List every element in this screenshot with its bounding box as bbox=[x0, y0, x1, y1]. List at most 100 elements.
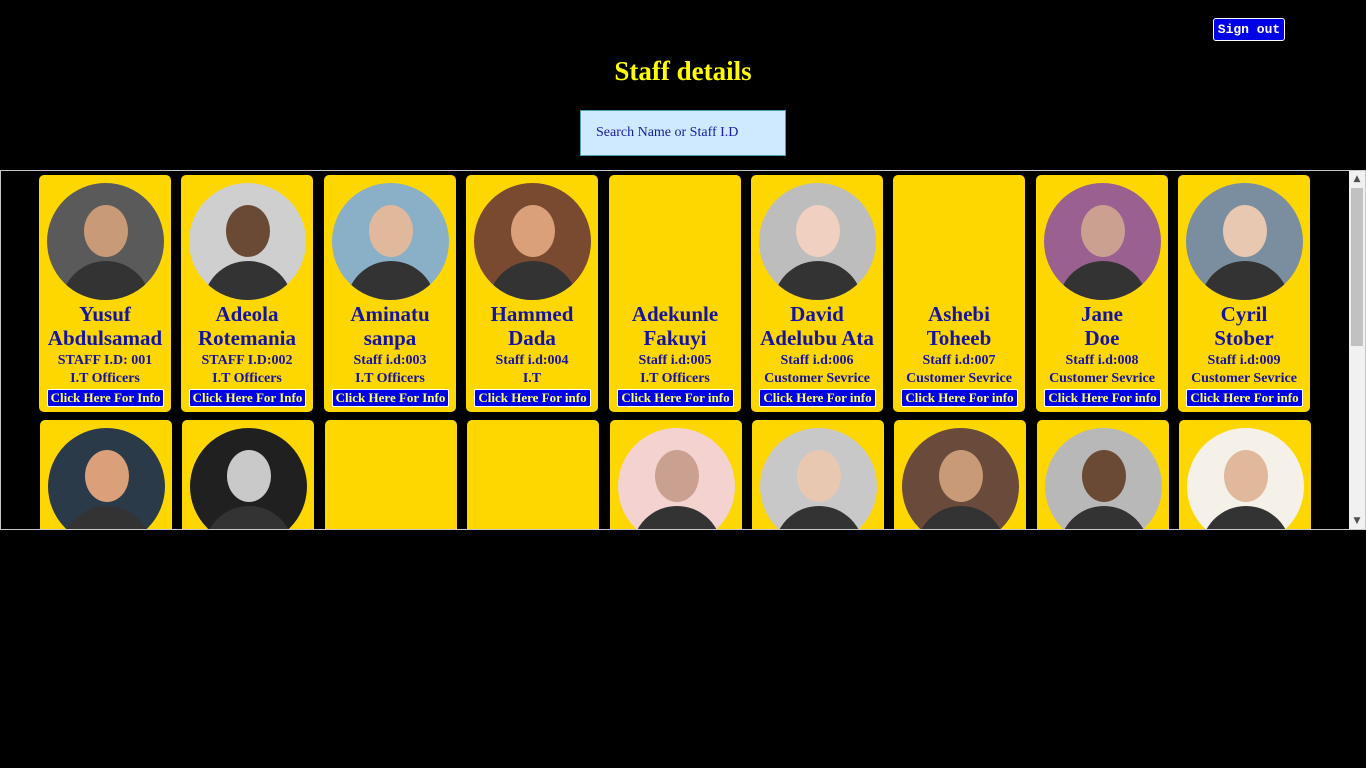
info-button[interactable]: Click Here For info bbox=[901, 389, 1018, 407]
staff-card bbox=[610, 420, 742, 529]
photo-head-shape bbox=[511, 205, 555, 257]
info-button[interactable]: Click Here For info bbox=[474, 389, 591, 407]
photo-head-shape bbox=[655, 450, 699, 502]
info-button[interactable]: Click Here For Info bbox=[189, 389, 306, 407]
staff-name: Adekunle Fakuyi bbox=[609, 302, 741, 350]
sign-out-button[interactable]: Sign out bbox=[1213, 18, 1285, 41]
staff-name-line1: David bbox=[790, 302, 844, 326]
staff-name-line2: Rotemania bbox=[198, 326, 296, 350]
info-button[interactable]: Click Here For Info bbox=[332, 389, 449, 407]
photo-body-shape bbox=[488, 261, 578, 300]
photo-head-shape bbox=[85, 450, 129, 502]
photo-body-shape bbox=[61, 261, 151, 300]
staff-card bbox=[40, 420, 172, 529]
staff-photo bbox=[1187, 428, 1304, 529]
staff-department: I.T Officers bbox=[355, 371, 425, 386]
staff-card: Ashebi Toheeb Staff i.d:007 Customer Sevric… bbox=[893, 175, 1025, 412]
staff-name-line2: Dada bbox=[508, 326, 556, 350]
photo-head-shape bbox=[1082, 450, 1126, 502]
staff-name: Yusuf Abdulsamad bbox=[39, 302, 171, 350]
staff-name: Hammed Dada bbox=[466, 302, 598, 350]
staff-card: Adekunle Fakuyi Staff i.d:005 I.T Officers C… bbox=[609, 175, 741, 412]
staff-card bbox=[182, 420, 314, 529]
staff-id: Staff i.d:009 bbox=[1207, 353, 1281, 368]
staff-photo bbox=[474, 183, 591, 300]
staff-card bbox=[467, 420, 599, 529]
staff-photo bbox=[332, 183, 449, 300]
staff-id: STAFF I.D:002 bbox=[201, 353, 293, 368]
photo-head-shape bbox=[227, 450, 271, 502]
staff-card: David Adelubu Ata Staff i.d:006 Customer Se… bbox=[751, 175, 883, 412]
scroll-down-arrow-icon[interactable]: ▼ bbox=[1349, 513, 1365, 529]
staff-name-line1: Ashebi bbox=[928, 302, 990, 326]
staff-name: Ashebi Toheeb bbox=[893, 302, 1025, 350]
staff-card: Cyril Stober Staff i.d:009 Customer Sevrice… bbox=[1178, 175, 1310, 412]
staff-id: Staff i.d:005 bbox=[638, 353, 712, 368]
staff-department: Customer Sevrice bbox=[906, 371, 1012, 386]
staff-card: Hammed Dada Staff i.d:004 I.T Click Here For… bbox=[466, 175, 598, 412]
staff-id: STAFF I.D: 001 bbox=[57, 353, 153, 368]
photo-body-shape bbox=[346, 261, 436, 300]
staff-list-panel[interactable]: Yusuf Abdulsamad STAFF I.D: 001 I.T Officer… bbox=[0, 170, 1366, 530]
staff-photo bbox=[1186, 183, 1303, 300]
photo-head-shape bbox=[84, 205, 128, 257]
staff-photo bbox=[759, 183, 876, 300]
staff-card: Yusuf Abdulsamad STAFF I.D: 001 I.T Officer… bbox=[39, 175, 171, 412]
staff-department: I.T Officers bbox=[212, 371, 282, 386]
staff-card bbox=[1037, 420, 1169, 529]
staff-photo bbox=[902, 428, 1019, 529]
staff-id: Staff i.d:004 bbox=[495, 353, 569, 368]
info-button[interactable]: Click Here For Info bbox=[47, 389, 164, 407]
photo-head-shape bbox=[796, 205, 840, 257]
staff-card bbox=[894, 420, 1026, 529]
staff-id: Staff i.d:006 bbox=[780, 353, 854, 368]
staff-photo bbox=[1045, 428, 1162, 529]
staff-id: Staff i.d:007 bbox=[922, 353, 996, 368]
staff-name-line2: Toheeb bbox=[926, 326, 992, 350]
staff-name: David Adelubu Ata bbox=[751, 302, 883, 350]
staff-name-line2: Adelubu Ata bbox=[760, 326, 874, 350]
staff-photo bbox=[1044, 183, 1161, 300]
staff-name-line1: Cyril bbox=[1220, 302, 1268, 326]
staff-card: Aminatu sanpa Staff i.d:003 I.T Officers Cli… bbox=[324, 175, 456, 412]
scroll-up-arrow-icon[interactable]: ▲ bbox=[1349, 171, 1365, 187]
staff-department: I.T bbox=[522, 371, 542, 386]
photo-head-shape bbox=[369, 205, 413, 257]
staff-card bbox=[1179, 420, 1311, 529]
photo-body-shape bbox=[1059, 506, 1149, 529]
staff-name-line1: Adekunle bbox=[631, 302, 719, 326]
staff-photo bbox=[48, 428, 165, 529]
search-input[interactable] bbox=[580, 110, 786, 156]
staff-name-line2: Fakuyi bbox=[643, 326, 707, 350]
photo-head-shape bbox=[226, 205, 270, 257]
staff-name: Cyril Stober bbox=[1178, 302, 1310, 350]
staff-name-line1: Yusuf bbox=[79, 302, 131, 326]
staff-photo bbox=[47, 183, 164, 300]
staff-id: Staff i.d:003 bbox=[353, 353, 427, 368]
photo-body-shape bbox=[774, 506, 864, 529]
staff-id: Staff i.d:008 bbox=[1065, 353, 1139, 368]
scrollbar-thumb[interactable] bbox=[1351, 188, 1363, 346]
info-button[interactable]: Click Here For info bbox=[759, 389, 876, 407]
photo-body-shape bbox=[1200, 261, 1290, 300]
photo-body-shape bbox=[632, 506, 722, 529]
staff-name-line1: Jane bbox=[1081, 302, 1123, 326]
staff-name: Jane Doe bbox=[1036, 302, 1168, 350]
staff-name-line2: Abdulsamad bbox=[47, 326, 163, 350]
info-button[interactable]: Click Here For info bbox=[617, 389, 734, 407]
photo-body-shape bbox=[203, 261, 293, 300]
staff-card: Adeola Rotemania STAFF I.D:002 I.T Officers… bbox=[181, 175, 313, 412]
staff-card bbox=[752, 420, 884, 529]
vertical-scrollbar[interactable]: ▲ ▼ bbox=[1349, 171, 1365, 529]
staff-name-line1: Adeola bbox=[215, 302, 279, 326]
staff-department: I.T Officers bbox=[70, 371, 140, 386]
staff-photo bbox=[189, 183, 306, 300]
staff-department: I.T Officers bbox=[640, 371, 710, 386]
info-button[interactable]: Click Here For info bbox=[1186, 389, 1303, 407]
staff-card bbox=[325, 420, 457, 529]
photo-body-shape bbox=[1058, 261, 1148, 300]
staff-photo bbox=[190, 428, 307, 529]
info-button[interactable]: Click Here For info bbox=[1044, 389, 1161, 407]
photo-head-shape bbox=[1081, 205, 1125, 257]
page-title: Staff details bbox=[614, 56, 752, 86]
